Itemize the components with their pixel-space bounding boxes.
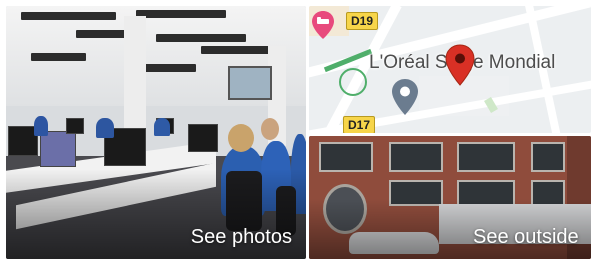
ceiling-light-panel <box>31 53 86 61</box>
person <box>96 118 114 138</box>
location-pin-icon[interactable] <box>391 78 419 116</box>
monitor <box>66 118 84 134</box>
ceiling-light-panel <box>21 12 116 20</box>
road-badge-d17: D17 <box>343 116 376 133</box>
see-photos-tile[interactable]: See photos <box>6 6 306 259</box>
person <box>154 118 170 136</box>
ceiling-light-panel <box>141 64 196 72</box>
building-window <box>531 142 565 172</box>
building-window <box>457 142 515 172</box>
map-tile[interactable]: D19 D17 L'Oréal Siège Mondial <box>309 6 591 133</box>
building-window <box>319 142 373 172</box>
person-head <box>261 118 279 140</box>
monitor <box>40 131 76 167</box>
map-pin-icon[interactable] <box>445 44 475 86</box>
building-window <box>389 142 443 172</box>
ceiling-light-panel <box>136 10 226 18</box>
person <box>34 116 48 136</box>
person-head <box>228 124 254 152</box>
office-window <box>228 66 272 100</box>
see-outside-tile[interactable]: See outside <box>309 136 591 259</box>
bed-marker-icon[interactable] <box>311 10 335 40</box>
see-photos-label: See photos <box>190 226 292 248</box>
ceiling-light-panel <box>156 34 246 42</box>
green-roundabout <box>339 68 367 96</box>
ceiling-light-panel <box>201 46 271 54</box>
road-badge-d19: D19 <box>346 12 379 30</box>
monitor <box>188 124 218 152</box>
see-outside-label: See outside <box>473 226 579 248</box>
